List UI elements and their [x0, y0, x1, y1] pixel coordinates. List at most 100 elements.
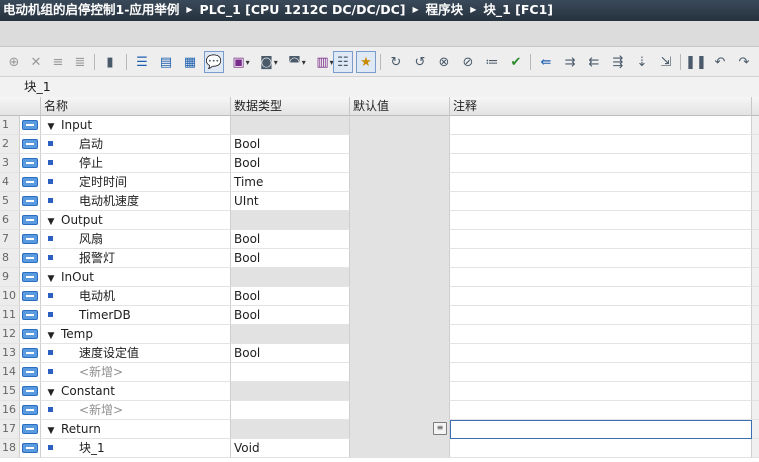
- comments-toggle-icon[interactable]: 💬: [204, 51, 224, 73]
- name-cell[interactable]: <新增>: [41, 401, 231, 420]
- go-to-previous-error-icon[interactable]: ★: [356, 51, 376, 73]
- row-number[interactable]: 6: [0, 211, 20, 230]
- name-cell[interactable]: 停止: [41, 154, 231, 173]
- insert-call-icon[interactable]: ✔: [506, 51, 526, 73]
- breakpoint-icon[interactable]: ⇶: [608, 51, 628, 73]
- table-row[interactable]: 14 <新增>: [0, 363, 759, 382]
- data-type-cell[interactable]: Bool: [231, 230, 350, 249]
- data-type-cell[interactable]: [231, 268, 350, 287]
- row-number[interactable]: 5: [0, 192, 20, 211]
- data-type-cell[interactable]: [231, 420, 350, 439]
- comment-cell[interactable]: [450, 230, 752, 249]
- table-row[interactable]: 7 风扇 Bool: [0, 230, 759, 249]
- table-row[interactable]: 3 停止 Bool: [0, 154, 759, 173]
- data-type-cell[interactable]: [231, 401, 350, 420]
- column-header-default[interactable]: 默认值: [350, 97, 450, 116]
- comment-cell[interactable]: [450, 382, 752, 401]
- name-cell[interactable]: ▼ Output: [41, 211, 231, 230]
- name-cell[interactable]: <新增>: [41, 363, 231, 382]
- row-number[interactable]: 2: [0, 135, 20, 154]
- add-row-icon[interactable]: ≣: [70, 51, 90, 73]
- table-row[interactable]: 18 块_1 Void: [0, 439, 759, 458]
- comment-cell[interactable]: [450, 211, 752, 230]
- data-type-cell[interactable]: Bool: [231, 306, 350, 325]
- row-number[interactable]: 15: [0, 382, 20, 401]
- step-back-icon[interactable]: ↶: [710, 51, 730, 73]
- breadcrumb-project[interactable]: 电动机组的启停控制1-应用举例: [3, 0, 179, 20]
- row-number[interactable]: 7: [0, 230, 20, 249]
- expand-collapse-icon[interactable]: ▼: [44, 422, 58, 438]
- data-type-cell[interactable]: Bool: [231, 249, 350, 268]
- comment-cell[interactable]: [450, 306, 752, 325]
- data-type-cell[interactable]: UInt: [231, 192, 350, 211]
- comment-cell[interactable]: [450, 173, 752, 192]
- insert-network-icon[interactable]: ⊕: [4, 51, 24, 73]
- comment-cell[interactable]: [450, 420, 752, 439]
- breadcrumb-program-blocks[interactable]: 程序块: [426, 0, 464, 20]
- step-over-icon[interactable]: ⇲: [656, 51, 676, 73]
- table-row[interactable]: 13 速度设定值 Bool: [0, 344, 759, 363]
- table-row[interactable]: 10 电动机 Bool: [0, 287, 759, 306]
- name-cell[interactable]: 速度设定值: [41, 344, 231, 363]
- data-type-cell[interactable]: Time: [231, 173, 350, 192]
- table-row[interactable]: 1 ▼ Input: [0, 116, 759, 135]
- comment-cell[interactable]: [450, 154, 752, 173]
- table-row[interactable]: 11 TimerDB Bool: [0, 306, 759, 325]
- row-number[interactable]: 12: [0, 325, 20, 344]
- name-cell[interactable]: 报警灯: [41, 249, 231, 268]
- data-type-cell[interactable]: Void: [231, 439, 350, 458]
- name-cell[interactable]: 块_1: [41, 439, 231, 458]
- comment-cell[interactable]: [450, 287, 752, 306]
- table-row[interactable]: 16 <新增>: [0, 401, 759, 420]
- name-cell[interactable]: ▼ Input: [41, 116, 231, 135]
- name-cell[interactable]: TimerDB: [41, 306, 231, 325]
- table-row[interactable]: 5 电动机速度 UInt: [0, 192, 759, 211]
- pause-icon[interactable]: ❚❚: [685, 51, 707, 73]
- table-row[interactable]: 6 ▼ Output: [0, 211, 759, 230]
- breadcrumb-block[interactable]: 块_1 [FC1]: [483, 0, 553, 20]
- close-all-icon[interactable]: ☰: [132, 51, 152, 73]
- comment-cell[interactable]: [450, 363, 752, 382]
- expand-collapse-icon[interactable]: ▼: [44, 118, 58, 134]
- comment-cell[interactable]: [450, 439, 752, 458]
- data-type-cell[interactable]: [231, 325, 350, 344]
- row-number[interactable]: 3: [0, 154, 20, 173]
- expand-collapse-icon[interactable]: ▼: [44, 270, 58, 286]
- expand-collapse-icon[interactable]: ▼: [44, 384, 58, 400]
- comment-cell[interactable]: [450, 325, 752, 344]
- name-cell[interactable]: ▼ InOut: [41, 268, 231, 287]
- row-number[interactable]: 18: [0, 439, 20, 458]
- row-number[interactable]: 17: [0, 420, 20, 439]
- name-cell[interactable]: 启动: [41, 135, 231, 154]
- step-out-icon[interactable]: ⇉: [560, 51, 580, 73]
- table-row[interactable]: 8 报警灯 Bool: [0, 249, 759, 268]
- test-mode-icon[interactable]: ⇇: [584, 51, 604, 73]
- data-type-cell[interactable]: Bool: [231, 287, 350, 306]
- row-number[interactable]: 13: [0, 344, 20, 363]
- favorites-bar-icon[interactable]: ☷: [333, 51, 353, 73]
- step-into-icon[interactable]: ⇚: [536, 51, 556, 73]
- name-cell[interactable]: ▼ Constant: [41, 382, 231, 401]
- table-row[interactable]: 15 ▼ Constant: [0, 382, 759, 401]
- name-cell[interactable]: ▼ Return: [41, 420, 231, 439]
- row-number[interactable]: 16: [0, 401, 20, 420]
- data-type-cell[interactable]: [231, 363, 350, 382]
- table-row[interactable]: 4 定时时间 Time: [0, 173, 759, 192]
- run-icon[interactable]: ↷: [734, 51, 754, 73]
- column-header-type[interactable]: 数据类型: [231, 97, 350, 116]
- type-picker-button[interactable]: ≡: [433, 422, 447, 435]
- comment-cell[interactable]: [450, 135, 752, 154]
- name-cell[interactable]: 风扇: [41, 230, 231, 249]
- symbol-info-icon[interactable]: ◚: [284, 51, 310, 73]
- row-number[interactable]: 9: [0, 268, 20, 287]
- data-type-cell[interactable]: [231, 382, 350, 401]
- row-number[interactable]: 4: [0, 173, 20, 192]
- display-format-icon[interactable]: ◙: [256, 51, 282, 73]
- table-row[interactable]: 12 ▼ Temp: [0, 325, 759, 344]
- comment-cell[interactable]: [450, 249, 752, 268]
- name-cell[interactable]: 电动机: [41, 287, 231, 306]
- continue-icon[interactable]: ⇣: [632, 51, 652, 73]
- table-row[interactable]: 2 启动 Bool: [0, 135, 759, 154]
- name-cell[interactable]: ▼ Temp: [41, 325, 231, 344]
- favorites-icon[interactable]: ▦: [180, 51, 200, 73]
